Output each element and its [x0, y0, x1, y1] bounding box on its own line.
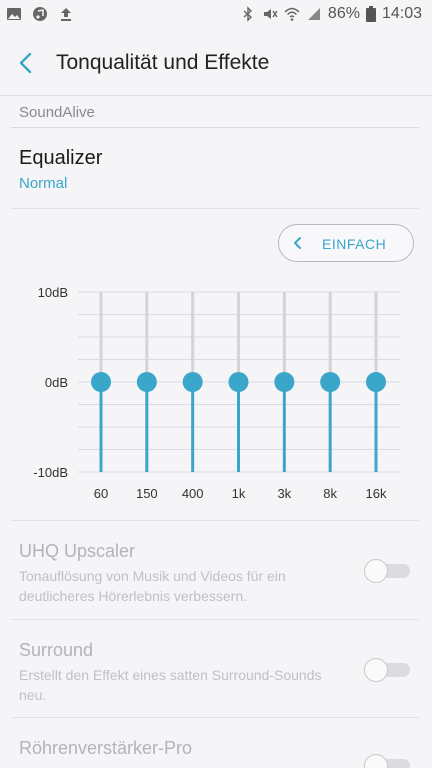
band-knob[interactable]	[182, 372, 203, 392]
music-icon	[33, 7, 47, 21]
divider	[11, 127, 419, 128]
uhq-upscaler-description: Tonauflösung von Musik und Videos für ei…	[19, 568, 286, 604]
divider	[11, 619, 419, 620]
section-header-soundalive: SoundAlive	[19, 104, 95, 121]
band-knob[interactable]	[228, 372, 249, 392]
band-knob[interactable]	[320, 372, 341, 392]
db-label: -10dB	[33, 465, 68, 480]
status-bar: 86% 14:03	[0, 0, 432, 30]
band-knob[interactable]	[274, 372, 295, 392]
equalizer-title: Equalizer	[19, 147, 103, 169]
status-bar-notifications	[6, 6, 74, 22]
toggle-knob	[364, 658, 388, 682]
signal-icon	[307, 8, 320, 20]
bluetooth-icon	[243, 6, 252, 22]
surround-title: Surround	[19, 640, 94, 660]
divider	[11, 208, 419, 209]
band-knob[interactable]	[136, 372, 157, 392]
band-label: 1k	[232, 486, 246, 501]
uhq-upscaler-toggle[interactable]	[364, 559, 410, 583]
einfach-mode-label: EINFACH	[322, 236, 387, 252]
band-knob[interactable]	[366, 372, 386, 392]
einfach-mode-button[interactable]: EINFACH	[278, 224, 414, 262]
clock: 14:03	[381, 5, 422, 22]
chevron-left-icon	[294, 237, 301, 249]
battery-icon	[365, 6, 376, 22]
band-label: 60	[94, 486, 108, 501]
band-label: 150	[136, 486, 158, 501]
battery-percent: 86%	[327, 5, 360, 22]
mute-icon	[263, 9, 278, 19]
equalizer-graph: 10dB 0dB -10dB 60 150 400 1k 3k 8k 16k	[33, 285, 400, 501]
divider	[11, 717, 419, 718]
back-arrow-icon[interactable]	[14, 50, 40, 76]
band-label: 400	[182, 486, 204, 501]
band-knob[interactable]	[91, 372, 111, 392]
toggle-knob	[364, 559, 388, 583]
band-label: 8k	[323, 486, 337, 501]
divider	[0, 95, 432, 96]
tube-amp-pro-title: Röhrenverstärker-Pro	[19, 738, 193, 758]
db-label: 0dB	[45, 375, 68, 390]
upload-icon	[61, 8, 71, 21]
status-bar-system: 86% 14:03	[240, 5, 422, 23]
divider	[11, 520, 419, 521]
surround-description: Erstellt den Effekt eines satten Surroun…	[19, 667, 322, 703]
db-label: 10dB	[38, 285, 68, 300]
app-bar: Tonqualität und Effekte	[0, 30, 432, 96]
equalizer-preset: Normal	[19, 175, 68, 192]
wifi-icon	[284, 7, 300, 21]
uhq-upscaler-title: UHQ Upscaler	[19, 541, 136, 561]
page-title: Tonqualität und Effekte	[56, 51, 270, 74]
gallery-icon	[7, 8, 21, 20]
band-label: 16k	[366, 486, 387, 501]
surround-toggle[interactable]	[364, 658, 410, 682]
tube-amp-pro-toggle[interactable]	[364, 754, 410, 768]
toggle-knob	[364, 754, 388, 768]
band-label: 3k	[277, 486, 291, 501]
